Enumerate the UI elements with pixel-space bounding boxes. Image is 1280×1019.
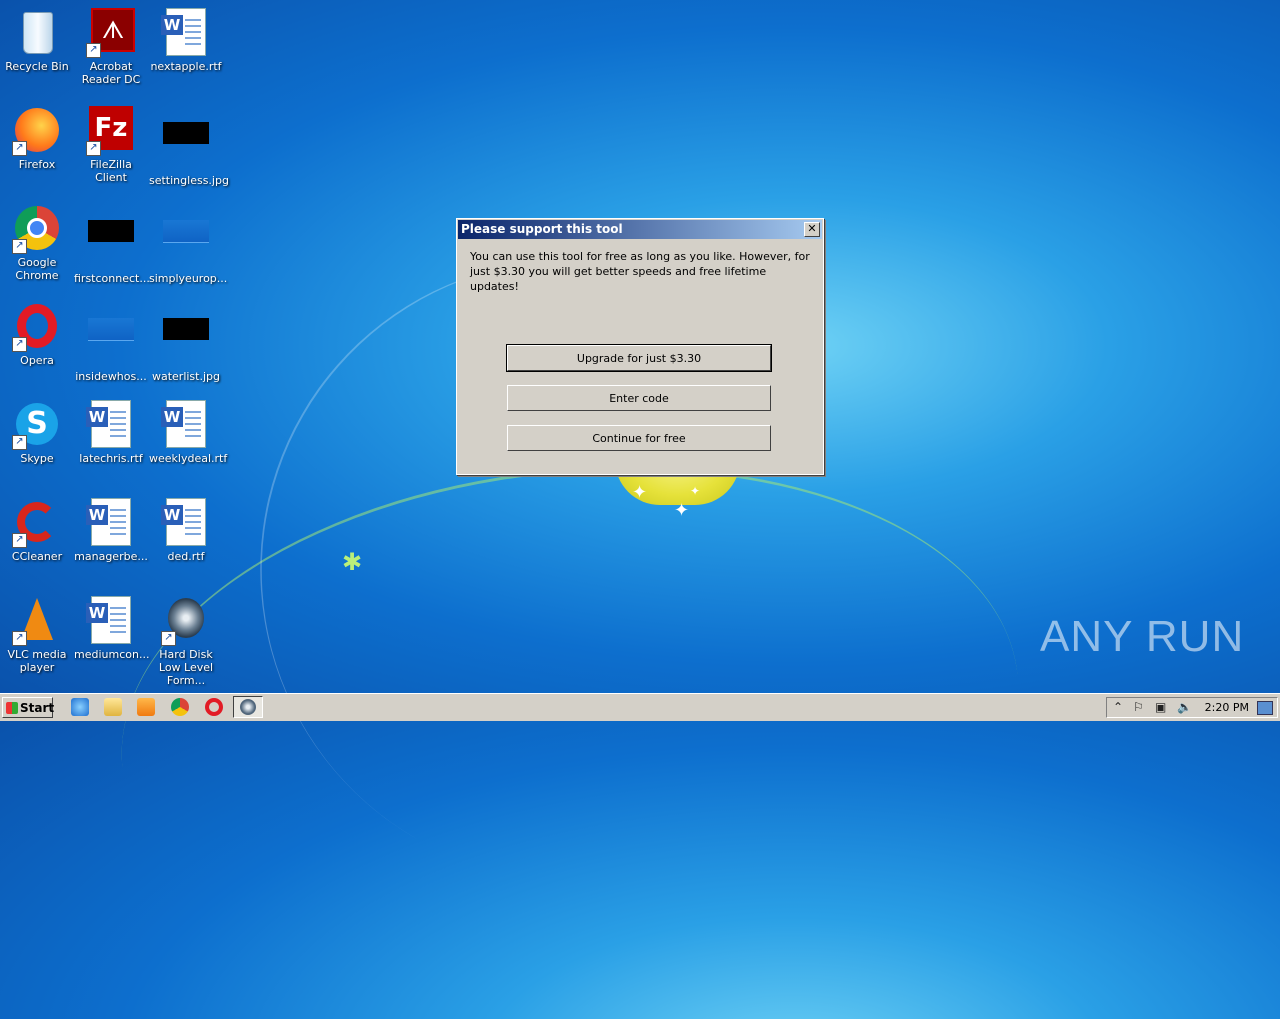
close-button[interactable]: ✕ xyxy=(804,222,820,237)
shortcut-arrow-icon: ↗ xyxy=(12,337,27,352)
desktop-icon-weeklydeal[interactable]: W weeklydeal.rtf xyxy=(149,400,227,465)
shortcut-arrow-icon: ↗ xyxy=(12,435,27,450)
acrobat-icon: ᗑ ↗ xyxy=(86,8,135,58)
desktop-icon-acrobat[interactable]: ᗑ ↗ Acrobat Reader DC xyxy=(74,8,148,86)
sparkle-icon: ✦ xyxy=(632,482,648,503)
desktop-icon-vlc[interactable]: ↗ VLC media player xyxy=(0,596,74,674)
file-thumbnail-icon xyxy=(162,220,210,268)
desktop-icon-ccleaner[interactable]: ↗ CCleaner xyxy=(0,498,74,563)
upgrade-button[interactable]: Upgrade for just $3.30 xyxy=(506,344,772,372)
windows-logo-icon xyxy=(6,702,18,714)
dialog-title: Please support this tool xyxy=(461,222,623,236)
desktop-icon-recycle-bin[interactable]: Recycle Bin xyxy=(0,8,74,73)
clock[interactable]: 2:20 PM xyxy=(1205,701,1249,714)
desktop-icon-hard-disk-tool[interactable]: ↗ Hard Disk Low Level Form... xyxy=(149,596,223,687)
opera-taskbar-icon[interactable] xyxy=(205,698,223,716)
file-thumbnail-icon xyxy=(162,122,210,170)
desktop-icon-latechris[interactable]: W latechris.rtf xyxy=(74,400,148,465)
word-document-icon: W xyxy=(86,498,135,546)
desktop-icon-insidewhos[interactable]: insidewhos... xyxy=(74,302,148,383)
volume-icon[interactable]: 🔈 xyxy=(1177,700,1192,714)
media-player-icon[interactable] xyxy=(137,698,155,716)
continue-free-button[interactable]: Continue for free xyxy=(507,425,771,451)
close-icon: ✕ xyxy=(807,222,817,235)
system-tray: ⌃ ⚐ ▣ 🔈 2:20 PM xyxy=(1106,697,1278,718)
shortcut-arrow-icon: ↗ xyxy=(161,631,176,646)
file-thumbnail-icon xyxy=(162,318,210,366)
show-desktop-icon[interactable] xyxy=(1257,701,1273,715)
sparkle-icon: ✦ xyxy=(674,500,690,521)
word-document-icon: W xyxy=(161,498,210,546)
desktop-icon-firefox[interactable]: ↗ Firefox xyxy=(0,106,74,171)
desktop-icon-filezilla[interactable]: Fz ↗ FileZilla Client xyxy=(74,106,148,184)
file-thumbnail-icon xyxy=(87,220,135,268)
file-explorer-icon[interactable] xyxy=(104,698,122,716)
shortcut-arrow-icon: ↗ xyxy=(86,141,101,156)
desktop-icon-settingless[interactable]: settingless.jpg xyxy=(149,106,229,187)
start-button[interactable]: Start xyxy=(2,697,54,718)
hard-disk-tool-icon xyxy=(240,699,256,715)
internet-explorer-icon[interactable] xyxy=(71,698,89,716)
word-document-icon: W xyxy=(161,8,210,56)
taskbar: Start ⌃ ⚐ ▣ 🔈 2:20 PM xyxy=(0,693,1280,721)
firefox-icon: ↗ xyxy=(12,106,61,156)
shortcut-arrow-icon: ↗ xyxy=(12,533,27,548)
desktop-icon-firstconnect[interactable]: firstconnect... xyxy=(74,204,150,285)
shortcut-arrow-icon: ↗ xyxy=(12,631,27,646)
skype-icon: S ↗ xyxy=(12,400,61,450)
filezilla-icon: Fz ↗ xyxy=(86,106,135,156)
desktop-icon-waterlist[interactable]: waterlist.jpg xyxy=(149,302,223,383)
ccleaner-icon: ↗ xyxy=(12,498,61,548)
word-document-icon: W xyxy=(161,400,210,448)
recycle-bin-icon xyxy=(13,8,61,56)
vlc-cone-icon: ↗ xyxy=(12,596,61,646)
sparkle-icon: ✦ xyxy=(690,484,701,498)
chrome-taskbar-icon[interactable] xyxy=(171,698,189,716)
shortcut-arrow-icon: ↗ xyxy=(12,141,27,156)
desktop-icon-nextapple[interactable]: W nextapple.rtf xyxy=(149,8,223,73)
file-thumbnail-icon xyxy=(87,318,135,366)
desktop-icon-mediumcon[interactable]: W mediumcon... xyxy=(74,596,149,661)
desktop-icon-managerbe[interactable]: W managerbe... xyxy=(74,498,148,563)
desktop-icon-ded[interactable]: W ded.rtf xyxy=(149,498,223,563)
network-icon[interactable]: ▣ xyxy=(1155,700,1166,714)
hard-disk-tool-icon: ↗ xyxy=(161,596,210,646)
chrome-icon: ↗ xyxy=(12,204,61,254)
desktop-icon-skype[interactable]: S ↗ Skype xyxy=(0,400,74,465)
enter-code-button[interactable]: Enter code xyxy=(507,385,771,411)
desktop-icon-simplyeurop[interactable]: simplyeurop... xyxy=(149,204,227,285)
support-dialog: Please support this tool ✕ You can use t… xyxy=(456,218,824,475)
word-document-icon: W xyxy=(86,596,135,644)
show-hidden-icons-chevron-icon[interactable]: ⌃ xyxy=(1113,700,1123,714)
shortcut-arrow-icon: ↗ xyxy=(12,239,27,254)
dialog-titlebar[interactable]: Please support this tool ✕ xyxy=(458,220,822,239)
desktop-icon-opera[interactable]: ↗ Opera xyxy=(0,302,74,367)
desktop-icon-google-chrome[interactable]: ↗ Google Chrome xyxy=(0,204,74,282)
dialog-message: You can use this tool for free as long a… xyxy=(470,250,810,293)
word-document-icon: W xyxy=(86,400,135,448)
opera-icon: ↗ xyxy=(12,302,61,352)
leaf-sparkle-icon: ✱ xyxy=(342,548,363,576)
anyrun-watermark: ANY RUN xyxy=(1040,612,1245,661)
taskbar-item-hard-disk-tool[interactable] xyxy=(233,696,263,718)
action-center-flag-icon[interactable]: ⚐ xyxy=(1133,700,1144,714)
shortcut-arrow-icon: ↗ xyxy=(86,43,101,58)
